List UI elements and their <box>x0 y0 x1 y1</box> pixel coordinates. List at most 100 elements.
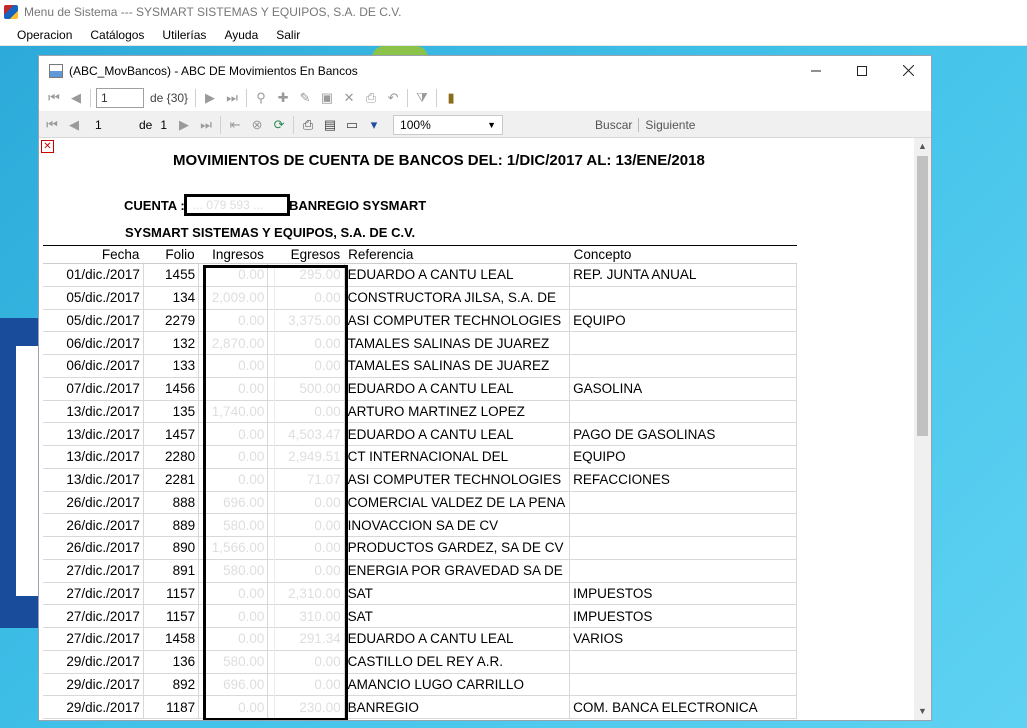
table-row: 07/dic./2017 1456 0.00 500.00 EDUARDO A CANT… <box>43 377 797 401</box>
cell-ingresos: 0.00 <box>198 263 269 287</box>
cell-egresos: 310.00 <box>267 604 345 628</box>
pencil-icon: ✎ <box>299 90 311 105</box>
find-link[interactable]: Buscar <box>595 118 632 132</box>
menu-operacion[interactable]: Operacion <box>8 28 81 42</box>
window-titlebar: (ABC_MovBancos) - ABC DE Movimientos En … <box>39 56 931 85</box>
back-button[interactable]: ⇤ <box>224 114 246 136</box>
print-button[interactable]: ⎙ <box>360 87 382 109</box>
record-number-input[interactable] <box>96 88 144 108</box>
cell-fecha: 06/dic./2017 <box>43 354 144 378</box>
cell-concepto: IMPUESTOS <box>569 582 797 606</box>
separator <box>407 89 409 107</box>
page-setup-button[interactable]: ▭ <box>341 114 363 136</box>
form-icon <box>49 63 63 78</box>
close-icon <box>902 65 914 76</box>
cell-concepto: VARIOS <box>569 627 797 651</box>
maximize-button[interactable] <box>839 56 885 85</box>
next-icon: ▶ <box>179 116 190 132</box>
cell-folio: 889 <box>143 513 200 537</box>
col-referencia: Referencia <box>344 245 570 264</box>
cell-egresos: 230.00 <box>267 695 345 719</box>
door-icon: ▮ <box>447 90 455 105</box>
app-icon <box>4 5 18 19</box>
stop-button[interactable]: ⊗ <box>246 114 268 136</box>
cell-concepto <box>569 286 797 310</box>
cell-referencia: ASI COMPUTER TECHNOLOGIES <box>344 309 571 333</box>
col-folio: Folio <box>143 245 199 264</box>
cell-referencia: AMANCIO LUGO CARRILLO <box>344 673 571 697</box>
cell-ingresos: 1,566.00 <box>198 536 269 560</box>
scroll-thumb[interactable] <box>917 156 928 436</box>
prev-record-button[interactable]: ◀ <box>65 87 87 109</box>
scroll-down-icon[interactable]: ▼ <box>914 703 931 720</box>
print-layout-button[interactable]: ▤ <box>319 114 341 136</box>
chevron-down-icon: ▼ <box>487 119 497 130</box>
close-report-button[interactable]: ✕ <box>41 140 54 153</box>
menu-ayuda[interactable]: Ayuda <box>215 28 267 42</box>
cell-referencia: BANREGIO <box>344 695 571 719</box>
cell-ingresos: 0.00 <box>198 309 269 333</box>
minimize-button[interactable] <box>793 56 839 85</box>
refresh-button[interactable]: ⟳ <box>268 114 290 136</box>
filter-button[interactable]: ⧩ <box>411 87 433 109</box>
print-report-button[interactable]: ⎙ <box>297 114 319 136</box>
search-button[interactable]: ⚲ <box>250 87 272 109</box>
movimientos-window: (ABC_MovBancos) - ABC DE Movimientos En … <box>38 55 932 721</box>
separator <box>293 115 295 134</box>
cell-folio: 892 <box>143 673 200 697</box>
print-icon: ⎙ <box>365 90 377 105</box>
cell-referencia: ARTURO MARTINEZ LOPEZ <box>344 400 571 424</box>
cell-ingresos: 2,870.00 <box>198 331 269 355</box>
cell-egresos: 4,503.47 <box>267 422 345 446</box>
cell-referencia: EDUARDO A CANTU LEAL <box>344 627 571 651</box>
next-record-button[interactable]: ▶ <box>199 87 221 109</box>
menu-utilerias[interactable]: Utilerías <box>153 28 215 42</box>
minimize-icon <box>811 70 821 71</box>
save-button[interactable]: ▣ <box>316 87 338 109</box>
cell-fecha: 05/dic./2017 <box>43 286 144 310</box>
close-button[interactable] <box>885 56 931 85</box>
cell-ingresos: 2,009.00 <box>198 286 269 310</box>
table-row: 13/dic./2017 1457 0.00 4,503.47 EDUARDO A CA… <box>43 422 797 446</box>
separator <box>246 89 248 107</box>
last-record-button[interactable]: ⏭ <box>221 87 243 109</box>
table-row: 26/dic./2017 888 696.00 0.00 COMERCIAL VALDE… <box>43 491 797 515</box>
prev-icon: ◀ <box>71 90 81 105</box>
cell-egresos: 291.34 <box>267 627 345 651</box>
table-row: 27/dic./2017 1157 0.00 2,310.00 SAT IMPUESTOS <box>43 582 797 606</box>
last-icon: ⏭ <box>200 116 212 132</box>
menu-catalogos[interactable]: Catálogos <box>81 28 153 42</box>
window-title: (ABC_MovBancos) - ABC DE Movimientos En … <box>69 63 358 78</box>
cell-ingresos: 0.00 <box>198 582 269 606</box>
print-icon: ⎙ <box>302 116 314 132</box>
first-record-button[interactable]: ⏮ <box>43 87 65 109</box>
scroll-up-icon[interactable]: ▲ <box>914 138 931 155</box>
cell-concepto <box>569 354 797 378</box>
cell-referencia: EDUARDO A CANTU LEAL <box>344 422 571 446</box>
last-page-button[interactable]: ⏭ <box>195 114 217 136</box>
cell-referencia: PRODUCTOS GARDEZ, SA DE CV <box>344 536 571 560</box>
delete-button[interactable]: ✕ <box>338 87 360 109</box>
separator <box>436 89 438 107</box>
export-button[interactable]: ▾ <box>363 114 385 136</box>
exit-button[interactable]: ▮ <box>440 87 462 109</box>
edit-button[interactable]: ✎ <box>294 87 316 109</box>
menu-salir[interactable]: Salir <box>267 28 309 42</box>
cell-concepto <box>569 491 797 515</box>
undo-button[interactable]: ↶ <box>382 87 404 109</box>
cell-egresos: 500.00 <box>267 377 345 401</box>
cell-folio: 133 <box>143 354 200 378</box>
page-number[interactable]: 1 <box>91 116 125 134</box>
vertical-scrollbar[interactable]: ▲ ▼ <box>914 138 931 720</box>
prev-page-button[interactable]: ◀ <box>63 114 85 136</box>
find-next-link[interactable]: Siguiente <box>645 118 695 132</box>
report-area: ✕ MOVIMIENTOS DE CUENTA DE BANCOS DEL: 1… <box>39 138 931 720</box>
report-viewer-toolbar: ⏮ ◀ 1 de 1 ▶ ⏭ ⇤ ⊗ ⟳ ⎙ ▤ ▭ ▾ 100% ▼ Busc… <box>39 112 931 138</box>
cell-folio: 2280 <box>143 445 200 469</box>
next-page-button[interactable]: ▶ <box>173 114 195 136</box>
table-row: 26/dic./2017 889 580.00 0.00 INOVACCION SA D… <box>43 513 797 537</box>
first-page-button[interactable]: ⏮ <box>41 114 63 136</box>
add-button[interactable]: ✚ <box>272 87 294 109</box>
maximize-icon <box>857 65 867 76</box>
zoom-select[interactable]: 100% ▼ <box>393 114 504 135</box>
